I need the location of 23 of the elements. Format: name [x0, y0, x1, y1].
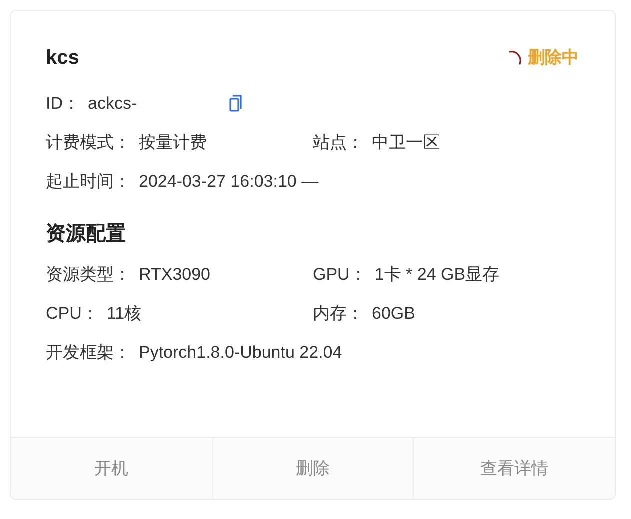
card-title: kcs — [46, 46, 80, 71]
field-value: 按量计费 — [139, 132, 207, 154]
section-title: 资源配置 — [46, 222, 127, 247]
field-label: 资源类型： — [46, 264, 131, 286]
copy-icon[interactable] — [229, 94, 244, 112]
field-value: 中卫一区 — [372, 132, 440, 154]
field-label: 计费模式： — [46, 132, 131, 154]
field-label: 站点： — [313, 132, 364, 154]
field-value: RTX3090 — [139, 264, 211, 286]
field-label: 内存： — [313, 302, 364, 325]
spinner-icon — [508, 50, 524, 66]
field-label: 起止时间： — [46, 170, 131, 193]
field-value: Pytorch1.8.0-Ubuntu 22.04 — [139, 342, 342, 364]
field-value: 11核 — [106, 302, 142, 325]
field-label: ID： — [46, 92, 80, 115]
field-value: 1卡 * 24 GB显存 — [374, 264, 500, 286]
field-value: 60GB — [372, 302, 416, 325]
status-text: 删除中 — [528, 47, 579, 70]
field-value: ackcs- — [88, 92, 138, 115]
field-label: 开发框架： — [46, 342, 131, 364]
field-value: 2024-03-27 16:03:10 — — [139, 170, 319, 193]
field-label: GPU： — [313, 264, 367, 286]
field-label: CPU： — [46, 302, 99, 325]
